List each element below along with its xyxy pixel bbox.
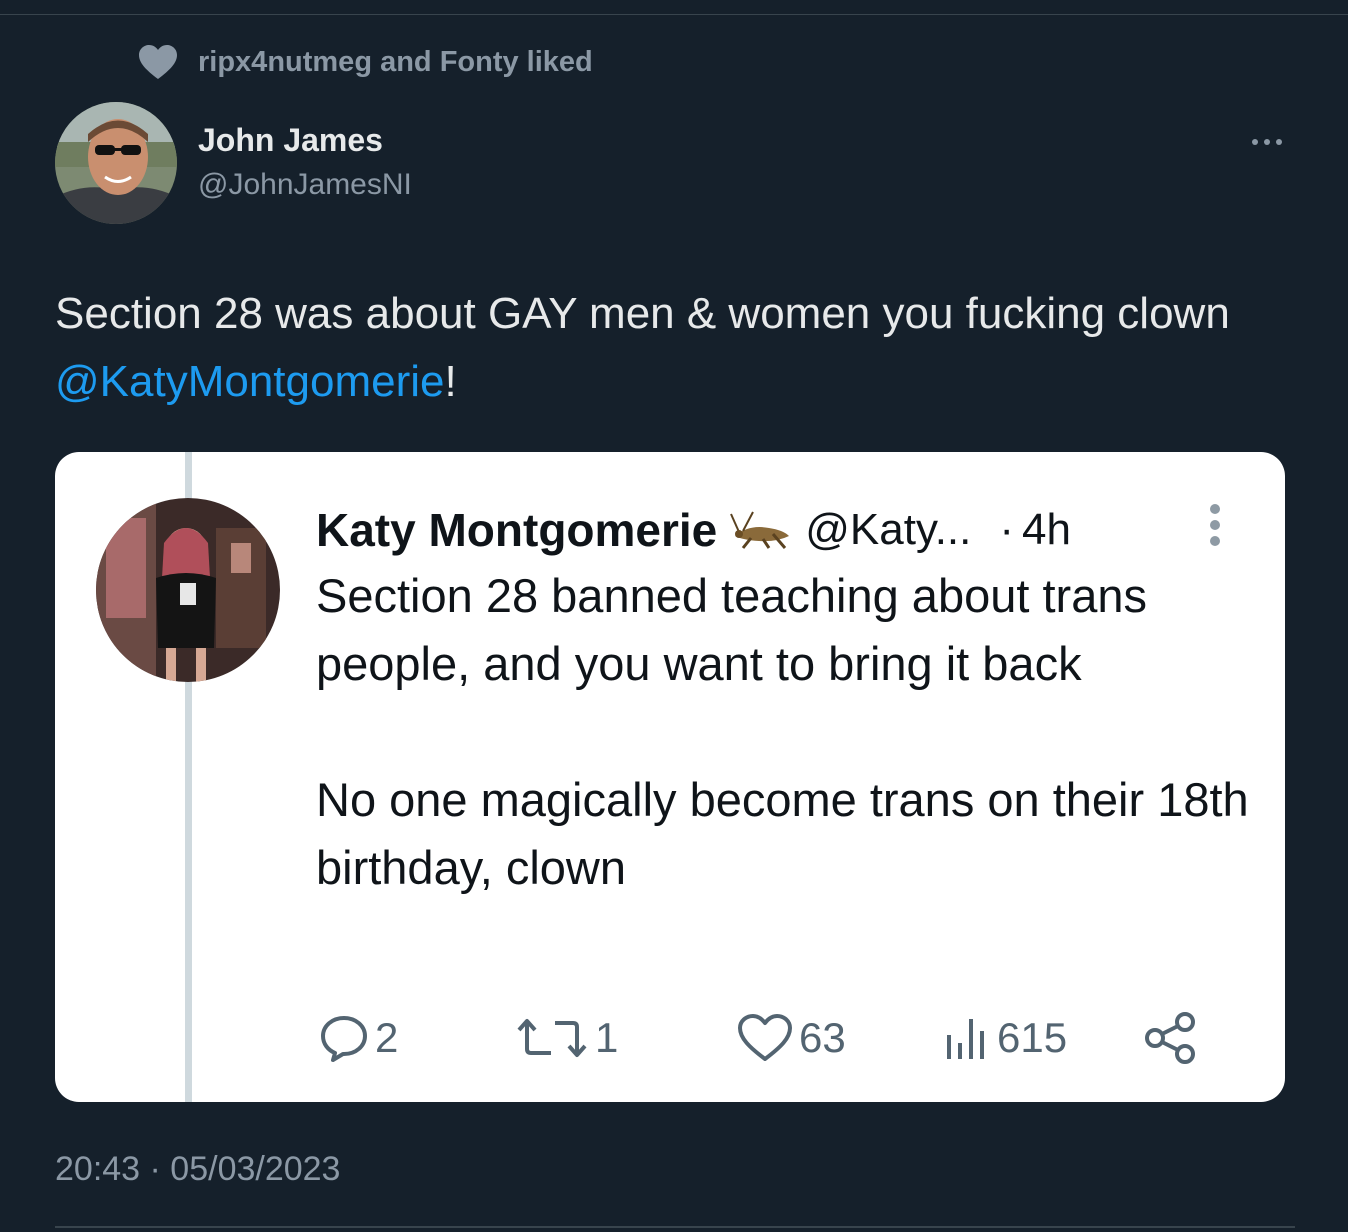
bottom-divider xyxy=(55,1226,1295,1228)
share-icon xyxy=(1145,1012,1195,1064)
avatar[interactable] xyxy=(55,102,177,224)
views-count: 615 xyxy=(997,1014,1068,1061)
views-action[interactable]: 615 xyxy=(941,1008,1067,1068)
reply-action[interactable]: 2 xyxy=(319,1008,398,1068)
social-context-text: ripx4nutmeg and Fonty liked xyxy=(198,45,593,78)
cricket-icon xyxy=(729,510,795,550)
quote-separator: · xyxy=(999,505,1015,554)
quote-paragraph-2: No one magically become trans on their 1… xyxy=(316,773,1249,894)
like-action[interactable]: 63 xyxy=(737,1008,846,1068)
mention-link[interactable]: @KatyMontgomerie xyxy=(55,357,445,406)
more-horizontal-icon xyxy=(1252,139,1282,145)
quote-author-name[interactable]: Katy Montgomerie xyxy=(316,503,717,557)
tweet-text-body: Section 28 was about GAY men & women you… xyxy=(55,289,1230,338)
quote-avatar[interactable] xyxy=(96,498,280,682)
quote-text: Section 28 banned teaching about trans p… xyxy=(316,562,1256,902)
retweet-icon xyxy=(517,1019,587,1057)
quote-author-handle[interactable]: @Katy... xyxy=(805,505,971,555)
tweet-text: Section 28 was about GAY men & women you… xyxy=(55,280,1305,416)
retweet-action[interactable]: 1 xyxy=(515,1008,618,1068)
tweet-text-end: ! xyxy=(444,357,457,406)
quote-more-button[interactable] xyxy=(1207,502,1223,548)
quote-paragraph-1: Section 28 banned teaching about trans p… xyxy=(316,569,1147,690)
tweet-detail-page: ripx4nutmeg and Fonty liked John James @… xyxy=(0,0,1348,1232)
reply-icon xyxy=(321,1016,367,1062)
quote-time[interactable]: 4h xyxy=(1022,505,1071,555)
more-options-button[interactable] xyxy=(1250,130,1284,154)
heart-icon xyxy=(138,44,178,80)
reply-count: 2 xyxy=(375,1014,399,1061)
share-action[interactable] xyxy=(1143,1008,1199,1068)
more-vertical-icon xyxy=(1210,504,1220,546)
quote-action-bar: 2 1 63 615 xyxy=(319,1008,1219,1068)
author-handle[interactable]: @JohnJamesNI xyxy=(198,168,412,202)
views-icon xyxy=(947,1019,984,1059)
retweet-count: 1 xyxy=(595,1014,619,1061)
like-icon xyxy=(738,1014,792,1061)
like-count: 63 xyxy=(799,1014,846,1061)
quoted-tweet-image[interactable]: Katy Montgomerie @Katy... · 4h Section 2… xyxy=(55,452,1285,1102)
top-divider xyxy=(0,14,1348,15)
tweet-timestamp[interactable]: 20:43 · 05/03/2023 xyxy=(55,1150,340,1189)
social-context[interactable]: ripx4nutmeg and Fonty liked xyxy=(138,42,593,82)
quote-header: Katy Montgomerie @Katy... · 4h xyxy=(316,500,1071,560)
author-name[interactable]: John James xyxy=(198,122,383,159)
